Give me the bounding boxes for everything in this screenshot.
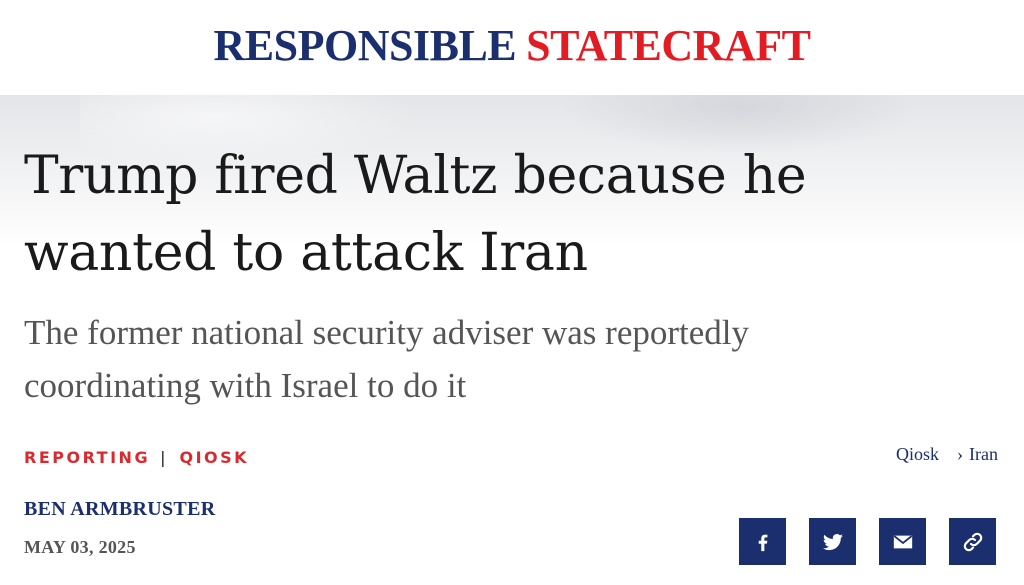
tag-separator: | <box>160 447 166 467</box>
site-logo[interactable]: RESPONSIBLE STATECRAFT <box>213 20 811 70</box>
breadcrumb-item-iran[interactable]: Iran <box>969 444 998 465</box>
article-tags: REPORTING | QIOSK <box>24 444 249 470</box>
email-icon <box>893 534 912 548</box>
share-email-button[interactable] <box>879 518 926 565</box>
twitter-icon <box>822 533 843 550</box>
publish-date: MAY 03, 2025 <box>24 537 136 557</box>
share-facebook-button[interactable] <box>739 518 786 565</box>
tag-reporting[interactable]: REPORTING <box>24 448 150 467</box>
chevron-right-icon: › <box>957 443 964 464</box>
breadcrumb: Qiosk › Iran <box>896 442 998 466</box>
share-link-button[interactable] <box>949 518 996 565</box>
facebook-icon <box>758 534 767 551</box>
logo-text-responsible: RESPONSIBLE <box>213 20 517 70</box>
link-icon <box>963 532 982 551</box>
breadcrumb-item-qiosk[interactable]: Qiosk <box>896 444 939 465</box>
logo-text-statecraft: STATECRAFT <box>526 20 811 70</box>
share-buttons <box>739 518 996 565</box>
tag-qiosk[interactable]: QIOSK <box>179 448 249 467</box>
article-headline: Trump fired Waltz because he wanted to a… <box>24 146 807 283</box>
author-name[interactable]: BEN ARMBRUSTER <box>24 498 215 521</box>
article-subheadline: The former national security adviser was… <box>24 313 750 405</box>
site-header: RESPONSIBLE STATECRAFT <box>0 0 1024 95</box>
share-twitter-button[interactable] <box>809 518 856 565</box>
